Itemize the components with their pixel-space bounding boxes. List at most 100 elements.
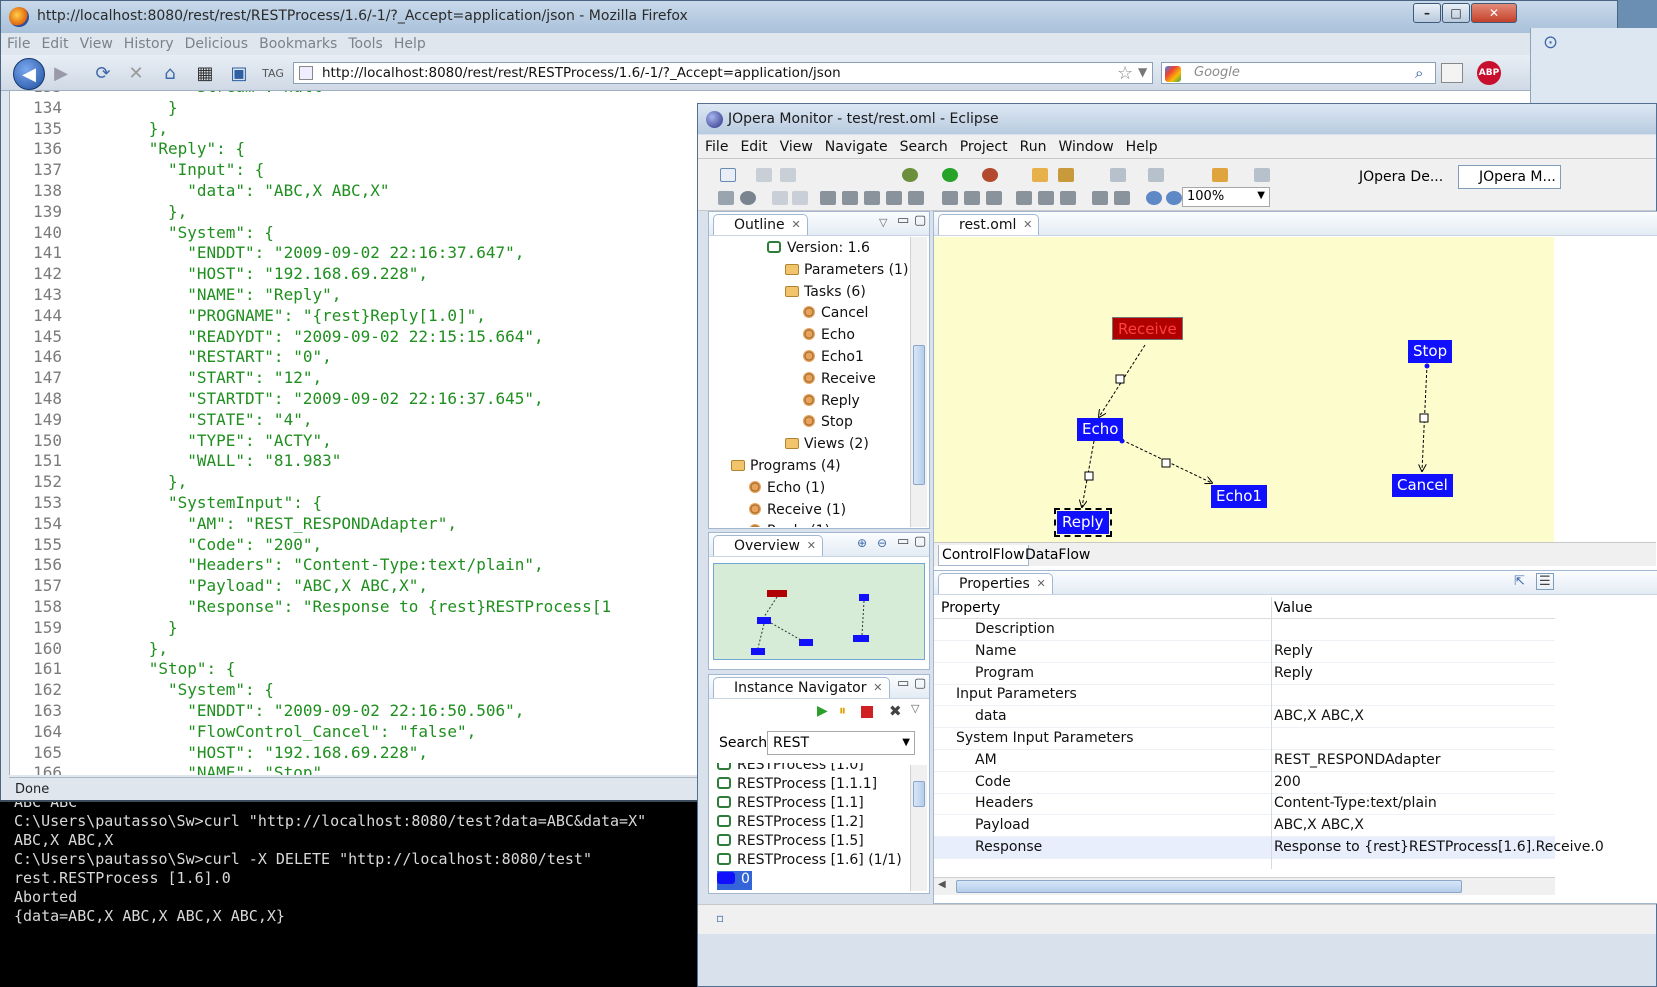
align-bottom-icon[interactable] xyxy=(986,191,1002,205)
node-cancel[interactable]: Cancel xyxy=(1392,474,1453,497)
ec-menu-edit[interactable]: Edit xyxy=(733,135,772,155)
align-top-icon[interactable] xyxy=(942,191,958,205)
annotation-icon[interactable] xyxy=(1110,168,1126,182)
ec-menu-help[interactable]: Help xyxy=(1119,135,1163,155)
ec-menu-search[interactable]: Search xyxy=(893,135,953,155)
zoom-in-icon[interactable] xyxy=(1146,191,1162,205)
perspective-jopera-monitor[interactable]: JOpera M... xyxy=(1458,165,1561,189)
delete-icon[interactable]: ✖ xyxy=(889,702,902,720)
google-icon[interactable] xyxy=(1165,66,1181,82)
save-icon[interactable] xyxy=(756,168,772,182)
property-row[interactable]: Description xyxy=(934,619,1555,641)
align-left-icon[interactable] xyxy=(864,191,880,205)
open-folder-icon[interactable] xyxy=(1032,168,1048,182)
ff-menu-tools[interactable]: Tools xyxy=(342,33,388,52)
scrollbar-thumb[interactable] xyxy=(913,781,925,807)
match-height-icon[interactable] xyxy=(1038,191,1054,205)
view-menu-icon[interactable]: ▽ xyxy=(911,702,919,715)
close-icon[interactable]: ✕ xyxy=(873,681,882,694)
close-button[interactable]: ✕ xyxy=(1471,3,1517,23)
outline-scrollbar[interactable] xyxy=(910,237,927,527)
stop-icon[interactable]: ✕ xyxy=(122,60,150,86)
perspective-jopera-design[interactable]: JOpera De... xyxy=(1338,165,1448,189)
new-icon[interactable] xyxy=(720,168,736,182)
zoom-select[interactable]: 100% ▼ xyxy=(1182,187,1270,207)
property-row[interactable]: Name Reply xyxy=(934,641,1555,663)
pin-icon[interactable]: ⇱ xyxy=(1514,574,1525,589)
outline-item[interactable]: Echo xyxy=(803,327,855,348)
scrollbar-thumb[interactable] xyxy=(913,345,925,485)
ff-menu-file[interactable]: File xyxy=(1,33,35,52)
minimize-view-icon[interactable]: ▭ xyxy=(897,676,909,691)
view-menu-icon[interactable]: ▽ xyxy=(879,216,887,229)
instance-scrollbar[interactable] xyxy=(910,765,927,891)
minimize-view-icon[interactable]: ▭ xyxy=(897,534,909,549)
properties-hscrollbar[interactable]: ◀ xyxy=(934,877,1555,895)
graph-canvas[interactable]: Receive Echo Reply Echo1 Stop Cancel xyxy=(934,237,1554,542)
maximize-view-icon[interactable]: ▢ xyxy=(914,676,926,691)
node-echo1[interactable]: Echo1 xyxy=(1211,485,1267,508)
flip-icon[interactable] xyxy=(1092,191,1108,205)
ec-menu-view[interactable]: View xyxy=(773,135,818,155)
outline-item[interactable]: Receive (1) xyxy=(749,502,846,523)
reload-icon[interactable]: ⟳ xyxy=(89,60,117,86)
property-row[interactable]: data ABC,X ABC,X xyxy=(934,706,1555,729)
scroll-left-icon[interactable]: ◀ xyxy=(938,879,946,890)
adblock-icon[interactable]: ABP xyxy=(1477,61,1501,85)
column-divider[interactable] xyxy=(1271,597,1272,869)
outline-item[interactable]: Views (2) xyxy=(785,436,869,457)
outline-item[interactable]: Receive xyxy=(803,371,876,392)
node-stop[interactable]: Stop xyxy=(1408,340,1453,363)
outline-item[interactable]: Programs (4) xyxy=(731,458,841,479)
tabs-icon[interactable] xyxy=(1441,63,1463,83)
ff-menu-bookmarks[interactable]: Bookmarks xyxy=(253,33,342,52)
back-icon[interactable]: ◀ xyxy=(13,58,45,90)
property-row[interactable]: Input Parameters xyxy=(934,684,1555,707)
fast-view-icon[interactable]: ▫ xyxy=(716,911,724,925)
match-width-icon[interactable] xyxy=(1016,191,1032,205)
suspend-icon[interactable]: ⏸ xyxy=(839,703,846,719)
node-reply[interactable]: Reply xyxy=(1054,508,1112,537)
cycle-icon[interactable] xyxy=(740,191,756,205)
sidebar-icon[interactable]: ▣ xyxy=(225,60,253,86)
outline-item[interactable]: Cancel xyxy=(803,305,868,326)
tab-rest-oml[interactable]: rest.oml ✕ xyxy=(938,214,1040,235)
property-row[interactable]: Code 200 xyxy=(934,772,1555,794)
tag-icon[interactable]: TAG xyxy=(259,60,287,86)
instance-item[interactable]: RESTProcess [1.1] xyxy=(717,795,864,814)
tab-overview[interactable]: Overview ✕ xyxy=(713,535,823,556)
outline-item[interactable]: Echo (1) xyxy=(749,480,825,501)
resume-icon[interactable]: ▶ xyxy=(817,703,828,719)
property-row[interactable]: Headers Content-Type:text/plain xyxy=(934,793,1555,816)
property-row[interactable]: Program Reply xyxy=(934,663,1555,685)
ec-menu-file[interactable]: File xyxy=(698,135,733,155)
debug-icon[interactable] xyxy=(902,168,918,182)
align-middle-icon[interactable] xyxy=(964,191,980,205)
zoom-out-icon[interactable] xyxy=(1166,191,1182,205)
categories-icon[interactable]: ☰ xyxy=(1536,573,1554,590)
maximize-view-icon[interactable]: ▢ xyxy=(914,534,926,549)
instance-item[interactable]: RESTProcess [1.2] xyxy=(717,814,864,833)
select-icon[interactable] xyxy=(820,191,836,205)
outline-item[interactable]: Stop xyxy=(803,414,853,435)
external-tools-icon[interactable] xyxy=(982,168,998,182)
url-dropdown-icon[interactable]: ▼ xyxy=(1138,65,1147,79)
outline-item[interactable]: Reply xyxy=(803,393,860,414)
ec-menu-run[interactable]: Run xyxy=(1013,135,1052,155)
marquee-icon[interactable] xyxy=(842,191,858,205)
zoom-in-icon[interactable]: ⊕ xyxy=(857,536,867,550)
ff-menu-history[interactable]: History xyxy=(118,33,179,52)
instance-item[interactable]: 0 xyxy=(717,871,752,890)
instance-search-select[interactable]: REST ▼ xyxy=(767,731,915,755)
home-icon[interactable]: ⌂ xyxy=(156,60,184,86)
ec-menu-window[interactable]: Window xyxy=(1051,135,1118,155)
undo-icon[interactable] xyxy=(772,191,788,205)
wand-icon[interactable] xyxy=(718,191,734,205)
close-icon[interactable]: ✕ xyxy=(1023,218,1032,231)
overview-minimap[interactable] xyxy=(713,563,925,660)
property-row[interactable]: AM REST_RESPONDAdapter xyxy=(934,750,1555,772)
forward-nav-icon[interactable] xyxy=(1254,168,1270,182)
minimize-view-icon[interactable]: ▭ xyxy=(897,213,909,228)
instance-item[interactable]: RESTProcess [1.1.1] xyxy=(717,776,877,795)
back-nav-icon[interactable] xyxy=(1212,168,1228,182)
